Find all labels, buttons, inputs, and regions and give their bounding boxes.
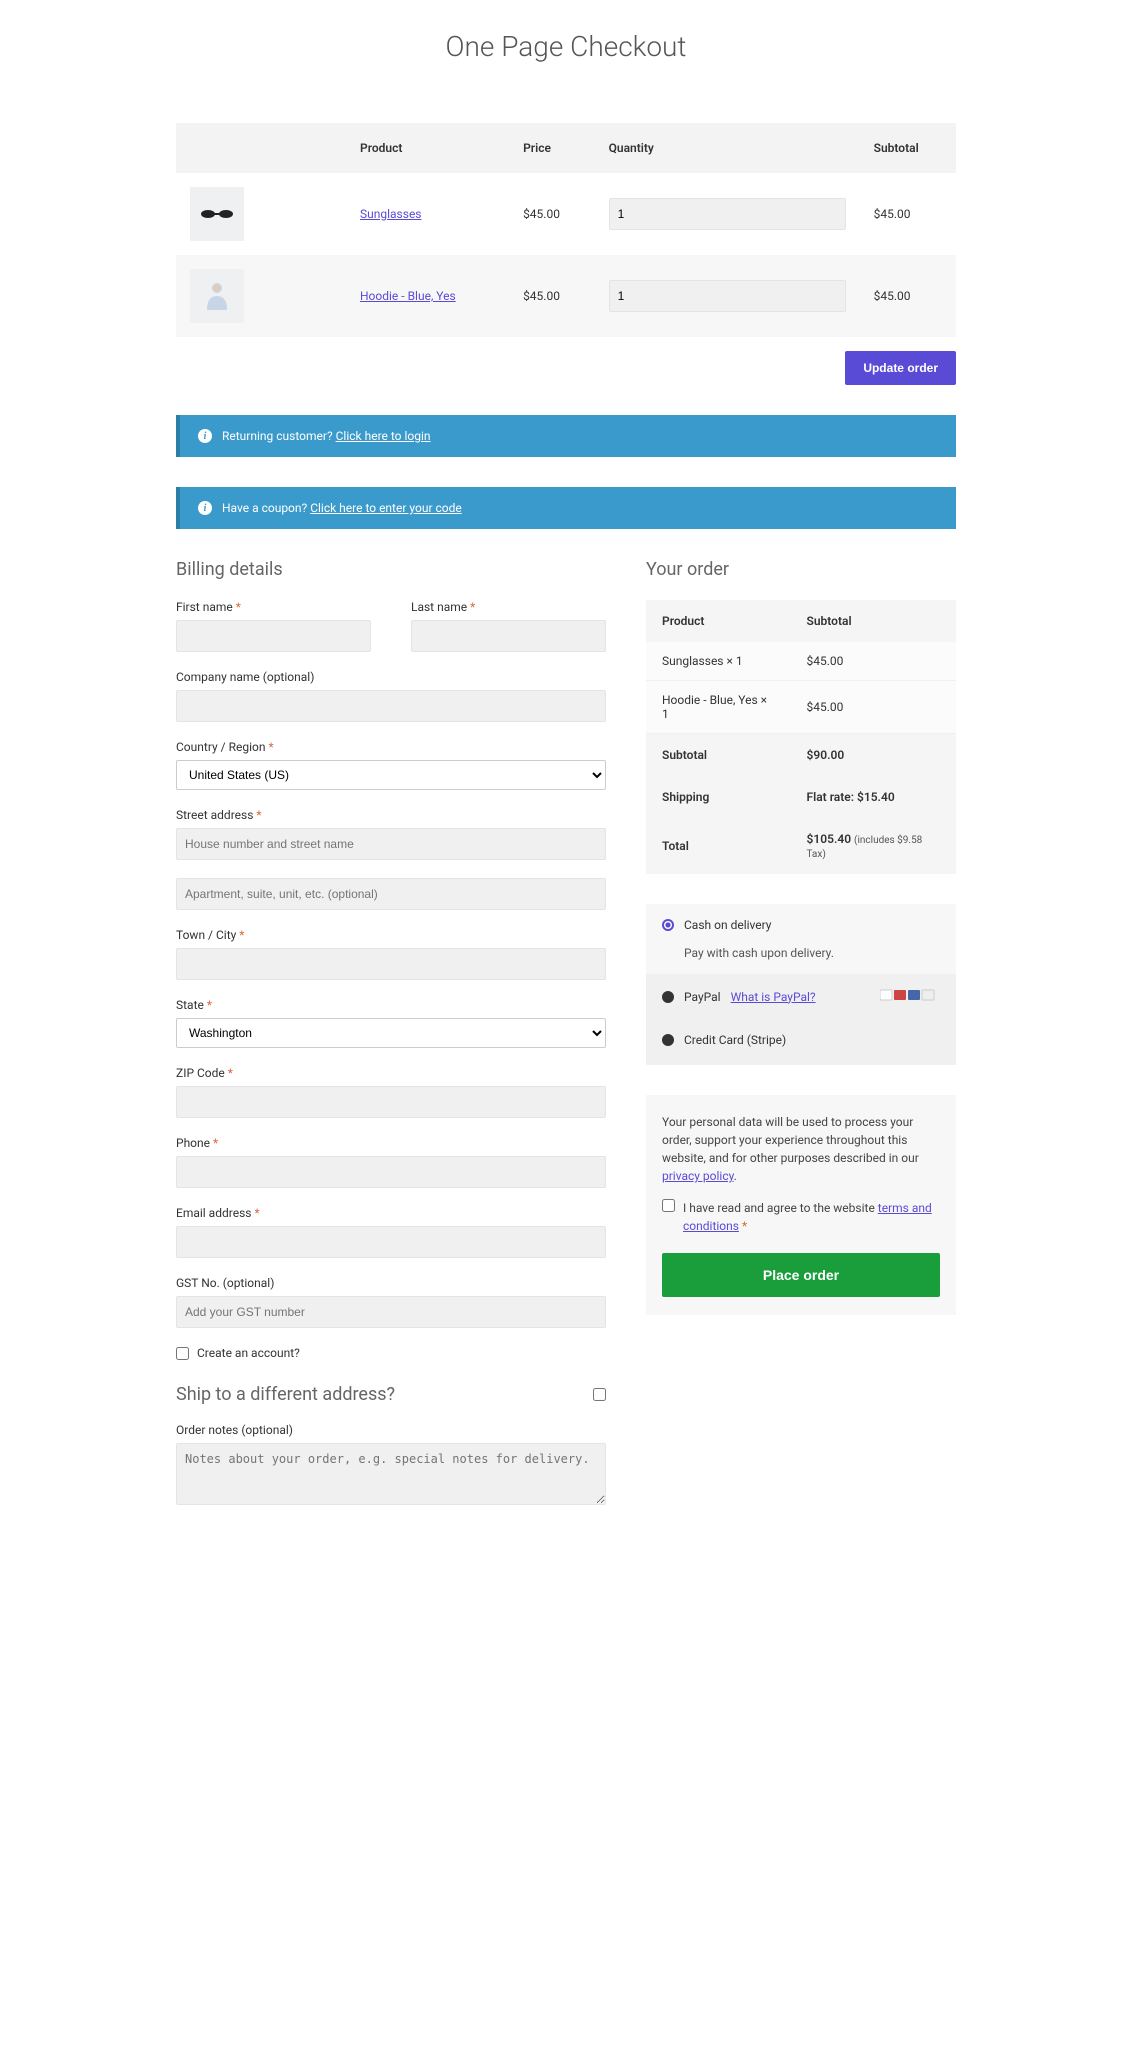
create-account-label: Create an account? bbox=[197, 1346, 300, 1360]
email-field[interactable] bbox=[176, 1226, 606, 1258]
state-label: State * bbox=[176, 998, 606, 1012]
phone-field[interactable] bbox=[176, 1156, 606, 1188]
product-thumb-sunglasses bbox=[190, 187, 244, 241]
cod-description: Pay with cash upon delivery. bbox=[646, 946, 956, 974]
company-field[interactable] bbox=[176, 690, 606, 722]
what-is-paypal-link[interactable]: What is PayPal? bbox=[731, 990, 816, 1004]
login-link[interactable]: Click here to login bbox=[336, 429, 431, 443]
street-label: Street address * bbox=[176, 808, 606, 822]
city-label: Town / City * bbox=[176, 928, 606, 942]
gst-field[interactable] bbox=[176, 1296, 606, 1328]
order-total: $105.40 (includes $9.58 Tax) bbox=[791, 818, 956, 874]
order-line: Sunglasses × 1 $45.00 bbox=[646, 642, 956, 681]
order-notes-field[interactable] bbox=[176, 1443, 606, 1505]
company-label: Company name (optional) bbox=[176, 670, 606, 684]
state-select[interactable]: Washington bbox=[176, 1018, 606, 1048]
payment-option-cod[interactable]: Cash on delivery bbox=[646, 904, 956, 946]
update-order-button[interactable]: Update order bbox=[845, 351, 956, 385]
gst-label: GST No. (optional) bbox=[176, 1276, 606, 1290]
product-subtotal: $45.00 bbox=[860, 173, 956, 255]
coupon-notice-text: Have a coupon? bbox=[222, 501, 310, 515]
radio-icon bbox=[662, 919, 674, 931]
order-summary-table: Product Subtotal Sunglasses × 1 $45.00 H… bbox=[646, 600, 956, 874]
product-link[interactable]: Sunglasses bbox=[360, 207, 422, 221]
col-quantity: Quantity bbox=[595, 123, 860, 173]
coupon-notice: i Have a coupon? Click here to enter you… bbox=[176, 487, 956, 529]
quantity-input[interactable] bbox=[609, 280, 846, 312]
col-product: Product bbox=[346, 123, 509, 173]
city-field[interactable] bbox=[176, 948, 606, 980]
login-notice: i Returning customer? Click here to logi… bbox=[176, 415, 956, 457]
col-price: Price bbox=[509, 123, 595, 173]
coupon-link[interactable]: Click here to enter your code bbox=[310, 501, 462, 515]
order-shipping-label: Shipping bbox=[646, 776, 791, 818]
first-name-field[interactable] bbox=[176, 620, 371, 652]
payment-methods: Cash on delivery Pay with cash upon deli… bbox=[646, 904, 956, 1065]
phone-label: Phone * bbox=[176, 1136, 606, 1150]
login-notice-text: Returning customer? bbox=[222, 429, 336, 443]
privacy-policy-link[interactable]: privacy policy bbox=[662, 1169, 734, 1183]
zip-field[interactable] bbox=[176, 1086, 606, 1118]
quantity-input[interactable] bbox=[609, 198, 846, 230]
table-row: Hoodie - Blue, Yes $45.00 $45.00 bbox=[176, 255, 956, 337]
page-title: One Page Checkout bbox=[176, 30, 956, 63]
info-icon: i bbox=[198, 429, 212, 443]
info-icon: i bbox=[198, 501, 212, 515]
payment-option-stripe[interactable]: Credit Card (Stripe) bbox=[646, 1019, 956, 1061]
ship-heading: Ship to a different address? bbox=[176, 1384, 395, 1405]
product-price: $45.00 bbox=[509, 173, 595, 255]
product-subtotal: $45.00 bbox=[860, 255, 956, 337]
billing-heading: Billing details bbox=[176, 559, 606, 580]
payment-brand-icons bbox=[880, 988, 940, 1005]
terms-checkbox[interactable] bbox=[662, 1199, 675, 1212]
order-heading: Your order bbox=[646, 559, 956, 580]
country-label: Country / Region * bbox=[176, 740, 606, 754]
order-line: Hoodie - Blue, Yes × 1 $45.00 bbox=[646, 681, 956, 734]
email-label: Email address * bbox=[176, 1206, 606, 1220]
country-select[interactable]: United States (US) bbox=[176, 760, 606, 790]
last-name-label: Last name * bbox=[411, 600, 606, 614]
payment-option-paypal[interactable]: PayPal What is PayPal? bbox=[646, 974, 956, 1019]
terms-box: Your personal data will be used to proce… bbox=[646, 1095, 956, 1315]
order-col-product: Product bbox=[646, 600, 791, 642]
radio-icon bbox=[662, 1034, 674, 1046]
product-thumb-hoodie bbox=[190, 269, 244, 323]
order-shipping: Flat rate: $15.40 bbox=[791, 776, 956, 818]
order-subtotal: $90.00 bbox=[791, 734, 956, 777]
order-total-label: Total bbox=[646, 818, 791, 874]
table-row: Sunglasses $45.00 $45.00 bbox=[176, 173, 956, 255]
first-name-label: First name * bbox=[176, 600, 371, 614]
cart-table: Product Price Quantity Subtotal Sunglass… bbox=[176, 123, 956, 337]
street-field[interactable] bbox=[176, 828, 606, 860]
product-link[interactable]: Hoodie - Blue, Yes bbox=[360, 289, 456, 303]
zip-label: ZIP Code * bbox=[176, 1066, 606, 1080]
order-notes-label: Order notes (optional) bbox=[176, 1423, 606, 1437]
radio-icon bbox=[662, 991, 674, 1003]
create-account-checkbox[interactable] bbox=[176, 1347, 189, 1360]
col-subtotal: Subtotal bbox=[860, 123, 956, 173]
order-col-subtotal: Subtotal bbox=[791, 600, 956, 642]
street2-field[interactable] bbox=[176, 878, 606, 910]
last-name-field[interactable] bbox=[411, 620, 606, 652]
order-subtotal-label: Subtotal bbox=[646, 734, 791, 777]
ship-different-checkbox[interactable] bbox=[593, 1388, 606, 1401]
product-price: $45.00 bbox=[509, 255, 595, 337]
place-order-button[interactable]: Place order bbox=[662, 1253, 940, 1297]
